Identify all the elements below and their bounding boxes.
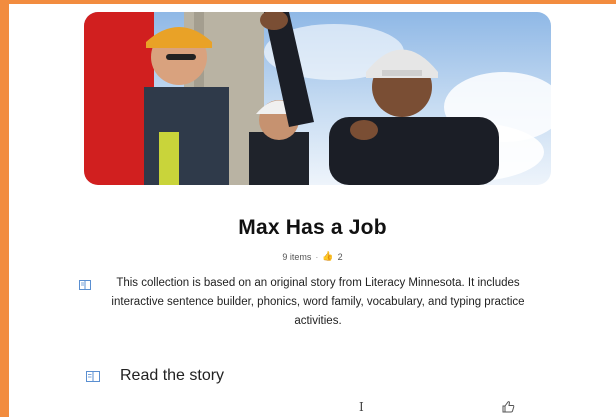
collection-meta: 9 items · 👍 2 xyxy=(9,251,616,262)
meta-separator: · xyxy=(315,251,319,262)
book-icon xyxy=(86,370,100,382)
collection-page: Max Has a Job 9 items · 👍 2 This collect… xyxy=(9,4,616,417)
collection-title: Max Has a Job xyxy=(238,216,387,239)
text-cursor-icon: I xyxy=(359,400,364,414)
hero-photo xyxy=(84,12,551,185)
collection-description: This collection is based on an original … xyxy=(111,277,525,327)
book-icon xyxy=(79,280,91,290)
section-label: Read the story xyxy=(120,367,225,384)
section-read-the-story[interactable]: Read the story xyxy=(86,367,224,385)
thumbs-up-icon: 👍 xyxy=(322,251,334,261)
likes-count: 2 xyxy=(337,251,343,262)
thumbs-up-icon[interactable] xyxy=(501,400,515,414)
items-count: 9 items xyxy=(282,251,312,262)
collection-hero-image xyxy=(84,12,551,185)
